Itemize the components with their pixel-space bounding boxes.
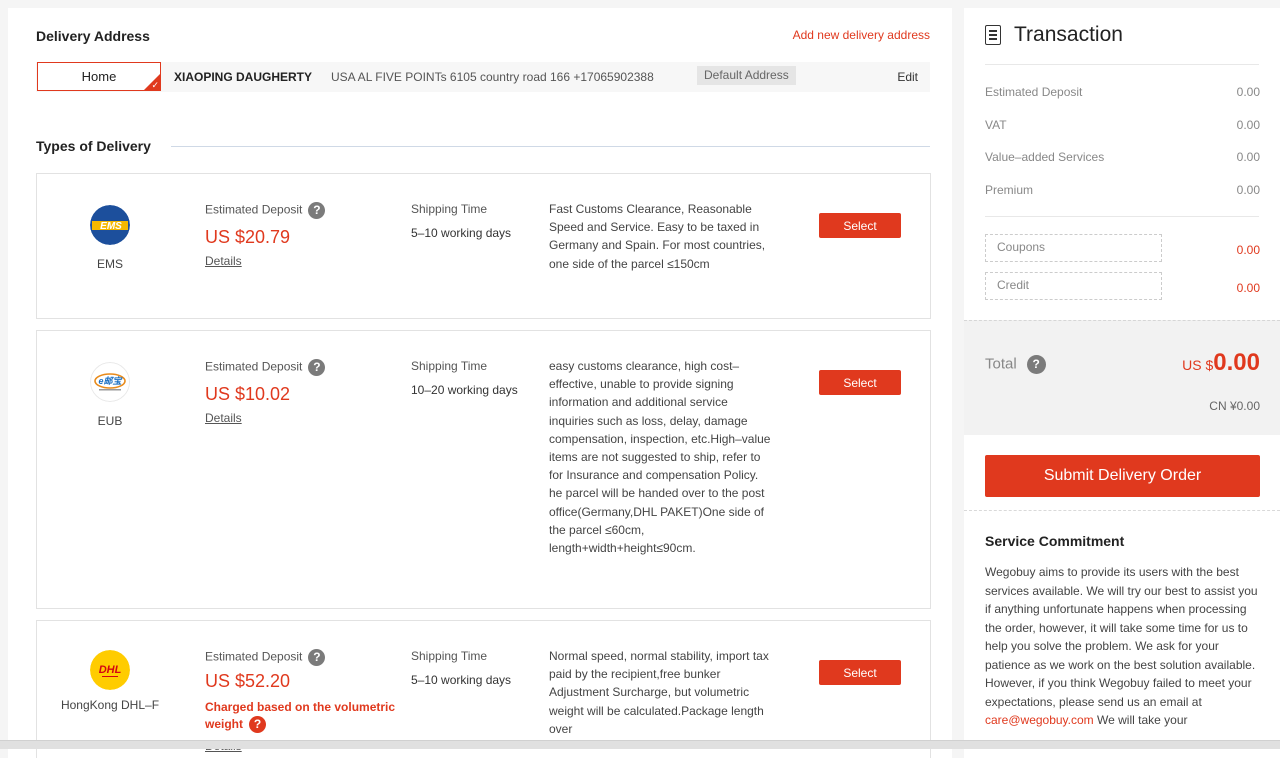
delivery-address-title: Delivery Address [36,28,150,44]
shipping-time-label: Shipping Time [411,359,488,373]
vat-value: 0.00 [1236,118,1260,132]
option-description: Fast Customs Clearance, Reasonable Speed… [549,202,766,271]
premium-value: 0.00 [1236,183,1260,197]
volumetric-weight-note: Charged based on the volumetric weight? [205,699,415,734]
total-label: Total? [985,355,1046,374]
total-amount: 0.00 [1213,349,1260,376]
option-description: easy customs clearance, high cost–effect… [549,359,771,556]
total-usd: US $0.00 [1182,349,1260,377]
divider [964,510,1280,511]
divider [985,216,1259,217]
main-panel: Delivery Address Add new delivery addres… [8,8,952,758]
select-button[interactable]: Select [819,370,901,395]
recipient-name: XIAOPING DAUGHERTY [174,70,313,84]
receipt-icon [985,25,1001,45]
service-commitment-title: Service Commitment [985,533,1125,549]
help-icon[interactable]: ? [249,716,266,734]
option-name: EMS [96,257,123,271]
shipping-time-label: Shipping Time [411,202,488,216]
option-name: EUB [97,414,123,428]
edit-address-link[interactable]: Edit [897,70,918,84]
help-icon[interactable]: ? [308,359,326,376]
credit-label: Credit [997,278,1030,292]
estimated-deposit-label: Estimated Deposit [985,85,1083,99]
svg-text:e邮宝: e邮宝 [98,376,123,386]
option-price: US $10.02 [205,384,291,404]
eub-logo-icon: e邮宝 [90,362,130,402]
deposit-label: Estimated Deposit? [205,359,326,376]
service-text: Wegobuy aims to provide its users with t… [985,565,1258,709]
address-row[interactable]: Home ✓ XIAOPING DAUGHERTY USA AL FIVE PO… [36,62,930,92]
deposit-label: Estimated Deposit? [205,649,326,666]
service-email-link[interactable]: care@wegobuy.com [985,713,1094,727]
types-of-delivery-title: Types of Delivery [36,138,151,154]
delivery-option-ems: EMS EMS Estimated Deposit? US $20.79 Det… [36,173,931,319]
select-button[interactable]: Select [819,660,901,685]
dhl-logo-icon: DHL [90,650,130,690]
credit-field[interactable]: Credit [985,272,1162,300]
transaction-title: Transaction [1014,23,1123,46]
details-link[interactable]: Details [205,254,242,268]
help-icon[interactable]: ? [308,202,326,219]
coupons-field[interactable]: Coupons [985,234,1162,262]
delivery-option-eub: e邮宝 EUB Estimated Deposit? US $10.02 Det… [36,330,931,609]
submit-delivery-order-button[interactable]: Submit Delivery Order [985,455,1260,497]
check-icon: ✓ [151,80,159,90]
volumetric-weight-text: Charged based on the volumetric weight [205,700,396,731]
transaction-panel: Transaction Estimated Deposit 0.00 VAT 0… [964,8,1280,758]
estimated-deposit-value: 0.00 [1236,85,1260,99]
help-icon[interactable]: ? [1026,355,1046,374]
details-link[interactable]: Details [205,411,242,425]
value-added-label: Value–added Services [985,150,1105,164]
vat-label: VAT [985,118,1007,132]
service-commitment-text: Wegobuy aims to provide its users with t… [985,563,1260,730]
deposit-label: Estimated Deposit? [205,202,326,219]
svg-text:EMS: EMS [100,221,122,232]
shipping-time-value: 10–20 working days [411,383,518,397]
deposit-label-text: Estimated Deposit [205,202,303,217]
option-description: Normal speed, normal stability, import t… [549,649,769,736]
service-text-after: We will take your [1093,713,1188,727]
total-label-text: Total [985,355,1017,373]
deposit-label-text: Estimated Deposit [205,359,303,374]
ems-logo-icon: EMS [90,205,130,245]
divider [985,64,1259,65]
total-cny: CN ¥0.00 [1209,399,1260,413]
shipping-time-value: 5–10 working days [411,673,512,687]
premium-label: Premium [985,183,1034,197]
address-tag-label: Home [81,69,117,84]
section-divider [171,146,930,147]
option-name: HongKong DHL–F [60,698,160,712]
shipping-time-value: 5–10 working days [411,226,512,240]
deposit-label-text: Estimated Deposit [205,649,303,664]
help-icon[interactable]: ? [308,649,326,666]
coupons-label: Coupons [997,240,1046,254]
default-address-badge: Default Address [697,66,796,85]
delivery-option-dhl: DHL HongKong DHL–F Estimated Deposit? US… [36,620,931,758]
value-added-value: 0.00 [1236,150,1260,164]
option-price: US $20.79 [205,227,291,247]
svg-text:DHL: DHL [99,664,122,676]
credit-value: 0.00 [1236,281,1260,295]
shipping-time-label: Shipping Time [411,649,488,663]
address-tag[interactable]: Home ✓ [37,62,161,91]
coupons-value: 0.00 [1236,243,1260,257]
address-text: USA AL FIVE POINTs 6105 country road 166… [331,70,654,84]
option-price: US $52.20 [205,671,291,691]
total-section: Total? US $0.00 CN ¥0.00 [964,320,1280,435]
add-address-link[interactable]: Add new delivery address [793,28,930,42]
select-button[interactable]: Select [819,213,901,238]
total-currency: US $ [1182,357,1214,373]
